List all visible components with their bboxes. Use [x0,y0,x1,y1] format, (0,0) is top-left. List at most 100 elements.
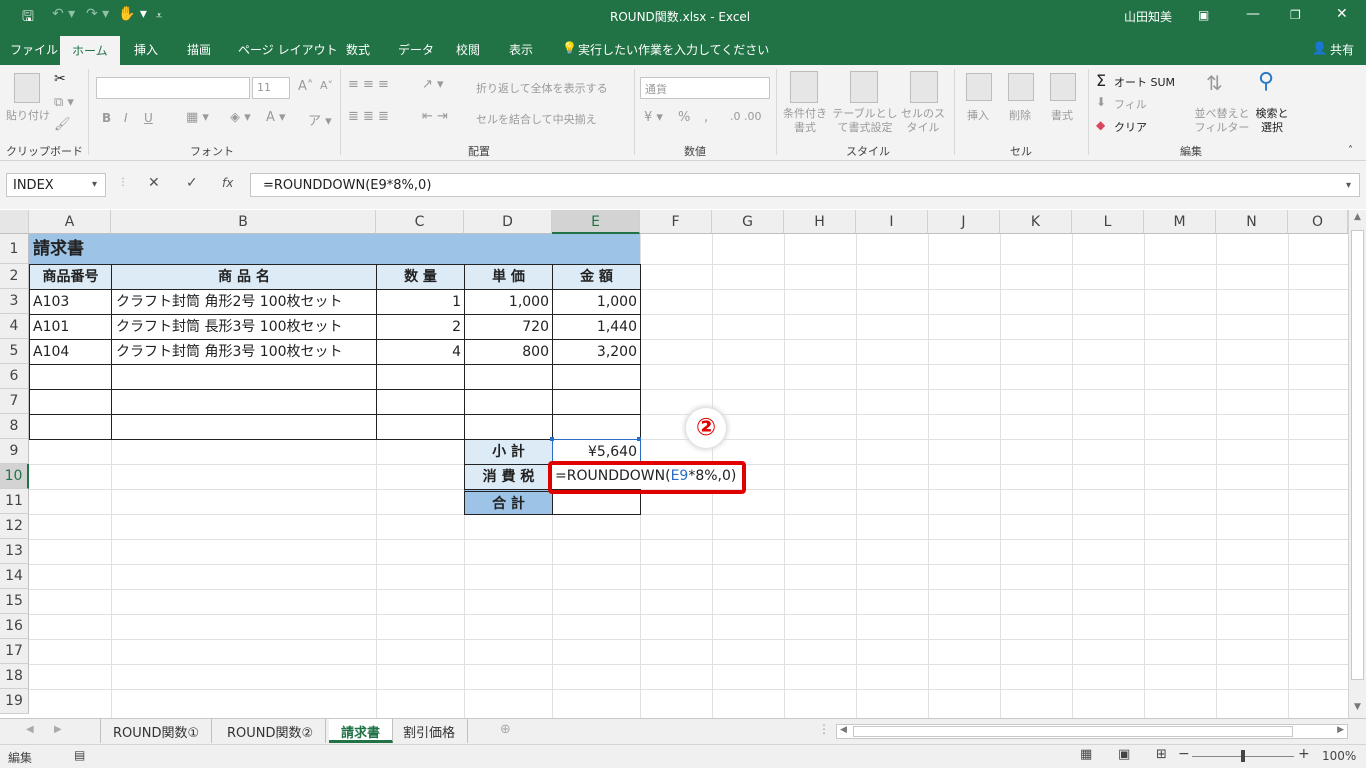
row-header[interactable]: 6 [0,364,29,389]
font-color-icon[interactable]: A ▾ [266,110,286,125]
sheet-tab[interactable]: 割引価格 [391,719,469,743]
row-header[interactable]: 17 [0,639,29,664]
range-handle[interactable] [637,437,641,441]
vertical-scrollbar[interactable]: ▲ ▼ [1348,210,1366,718]
clear-button[interactable]: クリア [1114,119,1147,135]
table-cell[interactable] [552,414,641,440]
column-header[interactable]: N [1216,210,1288,234]
column-header[interactable]: D [464,210,552,234]
tab-split-icon[interactable]: ⋮ [818,722,830,736]
close-icon[interactable]: ✕ [1336,6,1348,22]
phonetic-icon[interactable]: ア ▾ [308,110,332,129]
table-cell[interactable] [29,389,112,415]
autosum-button[interactable]: オート SUM [1114,74,1175,90]
paste-icon[interactable] [14,73,40,103]
next-sheet-icon[interactable]: ▶ [54,724,62,735]
table-cell[interactable] [464,389,553,415]
decrease-font-icon[interactable]: A˅ [320,79,333,92]
tab-review[interactable]: 校閲 [456,41,480,58]
undo-icon[interactable]: ↶ ▾ [52,6,75,22]
row-header[interactable]: 18 [0,664,29,689]
scroll-right-icon[interactable]: ▶ [1337,725,1344,735]
ribbon-display-icon[interactable]: ▣ [1198,8,1209,22]
redo-icon[interactable]: ↷ ▾ [86,6,109,22]
vertical-scroll-thumb[interactable] [1351,230,1364,680]
font-name-select[interactable] [96,77,250,99]
row-header[interactable]: 4 [0,314,29,339]
collapse-ribbon-icon[interactable]: ˄ [1348,145,1353,156]
row-header[interactable]: 3 [0,289,29,314]
italic-button[interactable]: I [124,111,128,125]
column-header[interactable]: C [376,210,464,234]
tab-page-layout[interactable]: ページ レイアウト [238,41,338,58]
column-header[interactable]: G [712,210,784,234]
tab-home[interactable]: ホーム [60,36,120,65]
row-header-selected[interactable]: 10 [0,464,29,489]
cancel-button[interactable]: ✕ [148,175,160,191]
share-button[interactable]: 共有 [1330,41,1354,58]
row-header[interactable]: 16 [0,614,29,639]
format-painter-icon[interactable]: 🖌 [54,117,71,132]
minimize-icon[interactable]: — [1246,6,1260,22]
add-sheet-icon[interactable]: ⊕ [500,722,511,737]
table-cell[interactable]: 1 [376,289,465,315]
header-cell[interactable]: 商品番号 [29,264,112,290]
subtotal-label[interactable]: 小 計 [464,439,553,465]
column-header[interactable]: K [1000,210,1072,234]
header-cell[interactable]: 商 品 名 [111,264,377,290]
zoom-in-icon[interactable]: + [1298,746,1310,762]
wrap-text-button[interactable]: 折り返して全体を表示する [476,80,608,96]
row-header[interactable]: 12 [0,514,29,539]
table-cell[interactable]: クラフト封筒 角形3号 100枚セット [111,339,377,365]
row-header[interactable]: 2 [0,264,29,289]
header-cell[interactable]: 単 価 [464,264,553,290]
user-name[interactable]: 山田知美 [1124,8,1172,25]
font-size-select[interactable]: 11 [252,77,290,99]
tab-insert[interactable]: 挿入 [134,41,158,58]
row-header[interactable]: 11 [0,489,29,514]
table-cell[interactable]: クラフト封筒 長形3号 100枚セット [111,314,377,340]
row-header[interactable]: 7 [0,389,29,414]
table-cell[interactable]: 1,000 [552,289,641,315]
increase-font-icon[interactable]: A˄ [298,79,313,94]
header-cell[interactable]: 数 量 [376,264,465,290]
sort-filter-button[interactable]: 並べ替えとフィルター [1194,107,1250,135]
worksheet[interactable]: A B C D E F G H I J K L M N O 1 2 3 4 5 … [0,210,1366,718]
table-cell[interactable]: 800 [464,339,553,365]
sheet-tab-active[interactable]: 請求書 [329,719,394,743]
border-icon[interactable]: ▦ ▾ [186,110,209,125]
tell-me-input[interactable]: 実行したい作業を入力してください [578,41,769,58]
column-header[interactable]: M [1144,210,1216,234]
fill-button[interactable]: フィル [1114,96,1147,112]
row-header[interactable]: 8 [0,414,29,439]
tab-formulas[interactable]: 数式 [346,41,370,58]
cut-icon[interactable]: ✂ [54,71,66,87]
page-break-view-icon[interactable]: ⊞ [1156,747,1167,762]
name-box-dropdown-icon[interactable]: ▾ [92,179,97,190]
table-cell[interactable]: A101 [29,314,112,340]
copy-icon[interactable]: ⧉ ▾ [54,95,74,110]
table-cell[interactable] [111,414,377,440]
table-cell[interactable]: 3,200 [552,339,641,365]
table-cell[interactable]: 4 [376,339,465,365]
tax-label[interactable]: 消 費 税 [464,464,553,490]
save-icon[interactable]: 🖫 [22,6,34,30]
delete-cells-button[interactable]: 削除 [1009,107,1031,123]
table-cell[interactable] [464,414,553,440]
zoom-level[interactable]: 100% [1322,749,1356,763]
horizontal-scroll-thumb[interactable] [853,726,1293,737]
table-cell[interactable] [29,414,112,440]
column-header[interactable]: L [1072,210,1144,234]
table-cell[interactable]: 2 [376,314,465,340]
tab-draw[interactable]: 描画 [187,41,211,58]
find-select-button[interactable]: 検索と選択 [1254,107,1290,135]
table-cell[interactable] [376,414,465,440]
underline-button[interactable]: U [144,111,153,125]
row-header[interactable]: 19 [0,689,29,714]
enter-button[interactable]: ✓ [186,175,198,191]
table-cell[interactable]: 1,440 [552,314,641,340]
accounting-icon[interactable]: ¥ ▾ [644,110,663,125]
percent-button[interactable]: % [678,110,690,125]
row-header[interactable]: 13 [0,539,29,564]
table-cell[interactable] [464,364,553,390]
